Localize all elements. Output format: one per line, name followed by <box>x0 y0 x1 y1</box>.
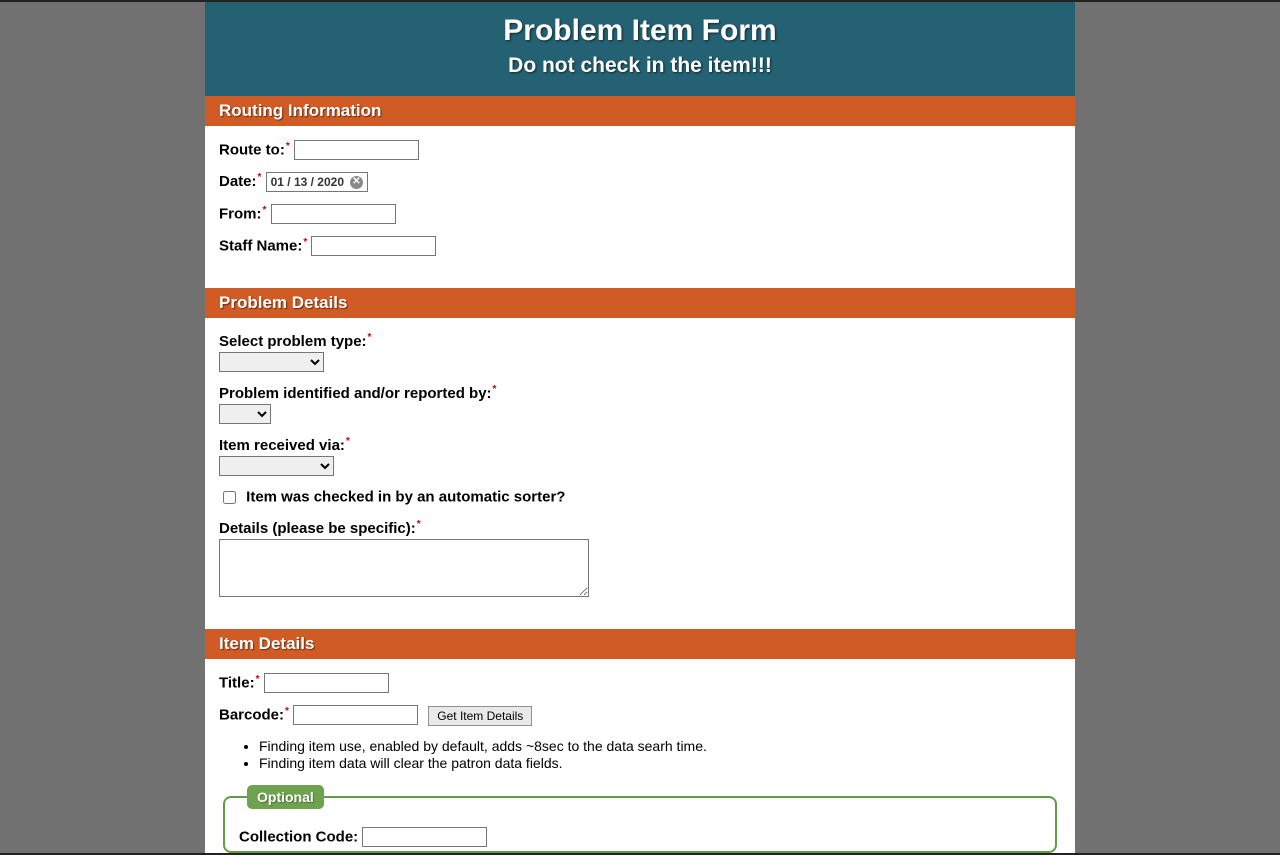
note-item: Finding item use, enabled by default, ad… <box>259 738 1061 754</box>
required-marker: * <box>256 674 260 685</box>
page-title: Problem Item Form <box>215 14 1065 48</box>
required-marker: * <box>258 172 262 183</box>
staff-name-input[interactable] <box>311 236 436 256</box>
barcode-label: Barcode: <box>219 707 284 724</box>
section-routing: Route to:* Date:* 01 / 13 / 2020 ✕ From:… <box>205 126 1075 274</box>
section-heading-item: Item Details <box>205 629 1075 659</box>
from-input[interactable] <box>271 204 396 224</box>
title-label: Title: <box>219 675 255 692</box>
required-marker: * <box>417 519 421 530</box>
required-marker: * <box>346 436 350 447</box>
get-item-details-button[interactable]: Get Item Details <box>428 706 532 726</box>
section-item: Title:* Barcode:* Get Item Details Findi… <box>205 659 1075 853</box>
note-item: Finding item data will clear the patron … <box>259 755 1061 771</box>
required-marker: * <box>368 332 372 343</box>
page-subtitle: Do not check in the item!!! <box>215 54 1065 78</box>
item-notes-list: Finding item use, enabled by default, ad… <box>219 738 1061 771</box>
required-marker: * <box>286 141 290 152</box>
route-to-label: Route to: <box>219 142 285 159</box>
auto-sorter-checkbox[interactable] <box>223 491 236 504</box>
barcode-input[interactable] <box>293 705 418 725</box>
details-textarea[interactable] <box>219 539 589 597</box>
page-container: Problem Item Form Do not check in the it… <box>205 2 1075 853</box>
reported-by-select[interactable] <box>219 404 271 424</box>
required-marker: * <box>493 384 497 395</box>
staff-name-label: Staff Name: <box>219 238 302 255</box>
required-marker: * <box>303 237 307 248</box>
section-heading-routing: Routing Information <box>205 96 1075 126</box>
banner: Problem Item Form Do not check in the it… <box>205 2 1075 96</box>
title-input[interactable] <box>264 673 389 693</box>
date-label: Date: <box>219 173 257 190</box>
date-value: 01 / 13 / 2020 <box>271 175 344 189</box>
reported-by-label: Problem identified and/or reported by: <box>219 385 492 402</box>
collection-code-label: Collection Code: <box>239 828 358 845</box>
date-input[interactable]: 01 / 13 / 2020 ✕ <box>266 172 368 192</box>
from-label: From: <box>219 206 262 223</box>
section-problem: Select problem type:* Problem identified… <box>205 318 1075 615</box>
select-problem-type-label: Select problem type: <box>219 333 367 350</box>
select-problem-type[interactable] <box>219 352 324 372</box>
clear-date-icon[interactable]: ✕ <box>350 176 363 189</box>
received-via-select[interactable] <box>219 456 334 476</box>
section-heading-problem: Problem Details <box>205 288 1075 318</box>
required-marker: * <box>263 205 267 216</box>
optional-legend: Optional <box>247 785 324 809</box>
required-marker: * <box>285 706 289 717</box>
details-label: Details (please be specific): <box>219 520 416 537</box>
received-via-label: Item received via: <box>219 437 345 454</box>
optional-fieldset: Optional Collection Code: <box>223 785 1057 853</box>
collection-code-input[interactable] <box>362 827 487 847</box>
auto-sorter-label: Item was checked in by an automatic sort… <box>246 489 565 506</box>
route-to-input[interactable] <box>294 140 419 160</box>
